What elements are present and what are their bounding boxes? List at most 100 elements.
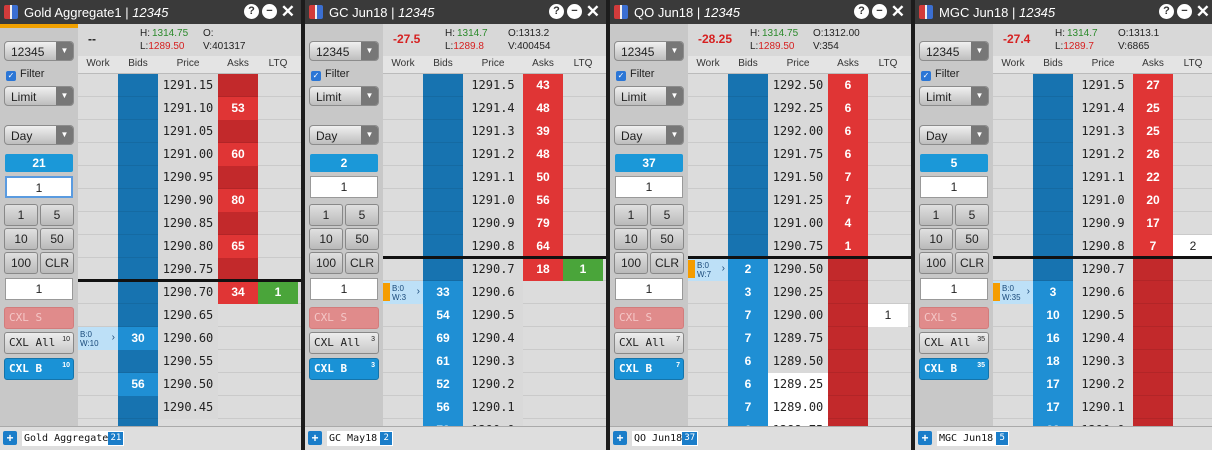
add-tab-icon[interactable]: + [613, 431, 627, 445]
cancel-buys-button[interactable]: CXL B 3 [309, 358, 379, 380]
qty-clear-button[interactable]: CLR [345, 252, 379, 274]
price-cell[interactable]: 1290.7 [1073, 258, 1133, 281]
ask-size-cell[interactable]: 17 [1133, 212, 1173, 235]
account-select[interactable]: 12345 ▼ [614, 41, 684, 61]
price-cell[interactable]: 1290.9 [463, 212, 523, 235]
price-cell[interactable]: 1290.3 [463, 350, 523, 373]
price-cell[interactable]: 1290.6 [463, 281, 523, 304]
close-icon[interactable]: ✕ [891, 2, 905, 22]
ladder-row[interactable]: 1290.50 56 [78, 373, 301, 396]
instrument-tab[interactable]: GC May18 2 [327, 431, 394, 446]
order-qty-input[interactable]: 1 [5, 176, 73, 198]
qty-preset-button-100[interactable]: 100 [919, 252, 953, 274]
price-cell[interactable]: 1291.50 [768, 166, 828, 189]
clip-qty-input[interactable]: 1 [5, 278, 73, 300]
price-cell[interactable]: 1290.9 [1073, 212, 1133, 235]
bid-size-cell[interactable]: 18 [1033, 350, 1073, 373]
qty-preset-button-100[interactable]: 100 [4, 252, 38, 274]
ladder-row[interactable]: 1290.3 18 [993, 350, 1212, 373]
bid-size-cell[interactable]: 56 [118, 373, 158, 396]
price-cell[interactable]: 1290.3 [1073, 350, 1133, 373]
price-cell[interactable]: 1292.25 [768, 97, 828, 120]
cancel-all-button[interactable]: CXL All 7 [614, 332, 684, 354]
price-cell[interactable]: 1290.50 [158, 373, 218, 396]
bid-size-cell[interactable]: 17 [1033, 396, 1073, 419]
clip-qty-input[interactable]: 1 [310, 278, 378, 300]
ask-size-cell[interactable]: 6 [828, 143, 868, 166]
minimize-icon[interactable]: − [872, 4, 887, 19]
ladder-row[interactable]: 1290.8 7 2 [993, 235, 1212, 258]
tif-select[interactable]: Day ▼ [309, 125, 379, 145]
price-cell[interactable]: 1291.4 [1073, 97, 1133, 120]
price-cell[interactable]: 1290.75 [158, 258, 218, 281]
ladder-row[interactable]: 1290.6 33 B:0 W:3 › [383, 281, 606, 304]
ladder-row[interactable]: 1290.00 7 1 [688, 304, 911, 327]
cancel-buys-button[interactable]: CXL B 10 [4, 358, 74, 380]
price-cell[interactable]: 1290.1 [463, 396, 523, 419]
ask-size-cell[interactable]: 60 [218, 143, 258, 166]
ladder-row[interactable]: 1290.6 3 B:0 W:35 › [993, 281, 1212, 304]
ask-size-cell[interactable]: 7 [1133, 235, 1173, 258]
ask-size-cell[interactable]: 7 [828, 166, 868, 189]
close-icon[interactable]: ✕ [586, 2, 600, 22]
price-cell[interactable]: 1291.1 [1073, 166, 1133, 189]
bid-size-cell[interactable]: 56 [423, 396, 463, 419]
help-icon[interactable]: ? [244, 4, 259, 19]
ladder-row[interactable]: 1290.9 79 [383, 212, 606, 235]
ask-size-cell[interactable]: 65 [218, 235, 258, 258]
ladder-row[interactable]: 1291.4 48 [383, 97, 606, 120]
price-cell[interactable]: 1290.55 [158, 350, 218, 373]
ladder-row[interactable]: 1290.5 54 [383, 304, 606, 327]
price-cell[interactable]: 1290.90 [158, 189, 218, 212]
ladder-row[interactable]: 1290.7 [993, 258, 1212, 281]
ladder-row[interactable]: 1291.05 [78, 120, 301, 143]
ladder-row[interactable]: 1291.5 43 [383, 74, 606, 97]
price-cell[interactable]: 1291.5 [1073, 74, 1133, 97]
price-ladder[interactable]: 1291.15 1291.10 53 1291.05 1291.00 60 1290.95 1… [78, 74, 301, 426]
cancel-all-button[interactable]: CXL All 3 [309, 332, 379, 354]
ladder-row[interactable]: 1291.1 50 [383, 166, 606, 189]
ladder-row[interactable]: 1290.70 34 1 [78, 281, 301, 304]
ladder-row[interactable]: 1289.50 6 [688, 350, 911, 373]
ladder-row[interactable]: 1290.55 [78, 350, 301, 373]
filter-checkbox[interactable]: ✓ Filter [921, 68, 991, 84]
price-cell[interactable]: 1289.75 [768, 327, 828, 350]
price-cell[interactable]: 1291.00 [768, 212, 828, 235]
ladder-row[interactable]: 1290.90 80 [78, 189, 301, 212]
cancel-sells-button[interactable]: CXL S [4, 307, 74, 329]
order-type-select[interactable]: Limit ▼ [919, 86, 989, 106]
ask-size-cell[interactable]: 4 [828, 212, 868, 235]
price-cell[interactable]: 1290.00 [768, 304, 828, 327]
price-cell[interactable]: 1290.60 [158, 327, 218, 350]
close-icon[interactable]: ✕ [1196, 2, 1210, 22]
ladder-row[interactable]: 1290.60 30 B:0 W:10 › [78, 327, 301, 350]
window-titlebar[interactable]: MGC Jun18 | 12345? − ✕ [915, 0, 1212, 24]
order-qty-input[interactable]: 1 [310, 176, 378, 198]
ladder-row[interactable]: 1290.3 61 [383, 350, 606, 373]
price-cell[interactable]: 1289.50 [768, 350, 828, 373]
price-cell[interactable]: 1292.00 [768, 120, 828, 143]
qty-preset-button-100[interactable]: 100 [614, 252, 648, 274]
qty-preset-button-1[interactable]: 1 [614, 204, 648, 226]
window-titlebar[interactable]: Gold Aggregate1 | 12345? − ✕ [0, 0, 301, 24]
price-cell[interactable]: 1291.0 [1073, 189, 1133, 212]
qty-preset-button-5[interactable]: 5 [650, 204, 684, 226]
cancel-buys-button[interactable]: CXL B 7 [614, 358, 684, 380]
minimize-icon[interactable]: − [262, 4, 277, 19]
instrument-tab[interactable]: Gold Aggregate 21 [22, 431, 125, 446]
ladder-row[interactable]: 1290.75 1 [688, 235, 911, 258]
ladder-row[interactable]: 1290.50 2 B:0 W:7 › [688, 258, 911, 281]
ladder-row[interactable]: 1291.0 20 [993, 189, 1212, 212]
bid-size-cell[interactable]: 17 [1033, 373, 1073, 396]
ask-size-cell[interactable]: 80 [218, 189, 258, 212]
price-cell[interactable]: 1289.00 [768, 396, 828, 419]
ask-size-cell[interactable]: 27 [1133, 74, 1173, 97]
minimize-icon[interactable]: − [567, 4, 582, 19]
price-cell[interactable]: 1290.2 [1073, 373, 1133, 396]
ask-size-cell[interactable]: 6 [828, 97, 868, 120]
ladder-row[interactable]: 1291.00 4 [688, 212, 911, 235]
working-orders-cell[interactable]: B:0 W:35 › [993, 281, 1033, 304]
order-qty-input[interactable]: 1 [920, 176, 988, 198]
ladder-row[interactable]: 1291.15 [78, 74, 301, 97]
price-cell[interactable]: 1290.6 [1073, 281, 1133, 304]
